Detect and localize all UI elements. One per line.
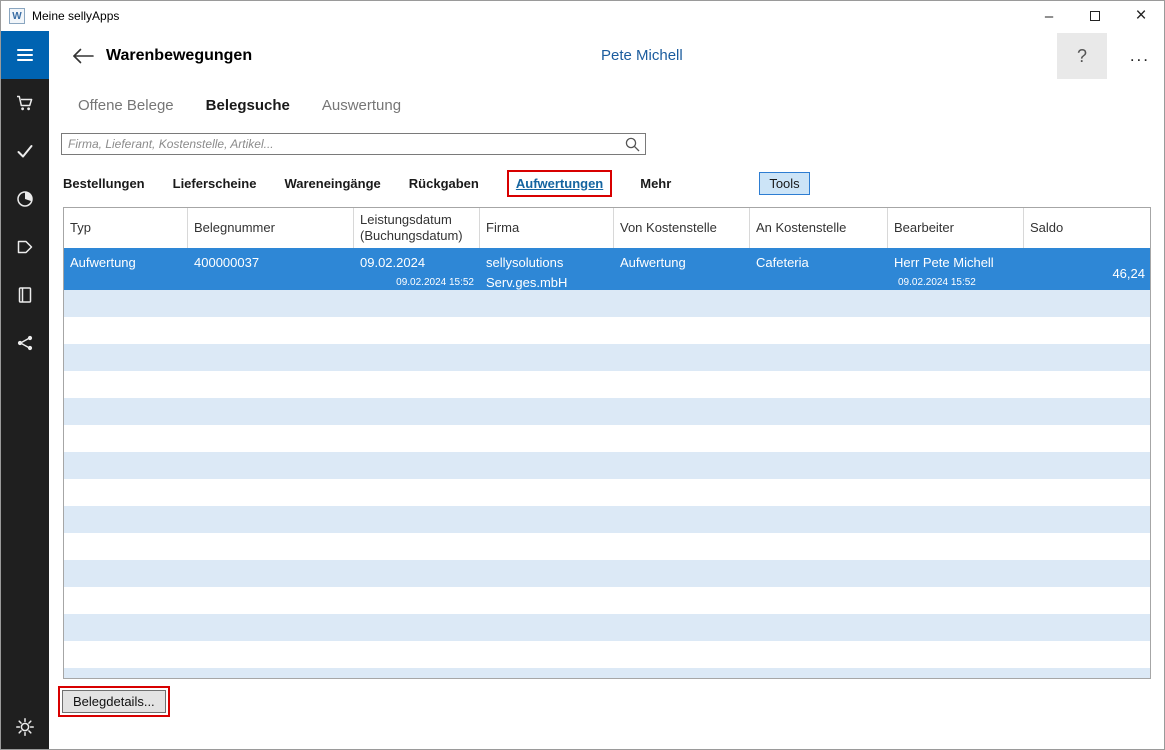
cell-saldo: 46,24 [1024,248,1150,290]
sidebar-item-auswertung[interactable] [1,175,49,223]
column-header-typ[interactable]: Typ [64,208,188,248]
filter-row: Bestellungen Lieferscheine Wareneingänge… [63,169,1164,197]
maximize-button[interactable] [1072,1,1118,31]
page-header: Warenbewegungen Pete Michell ? ... [49,31,1164,81]
column-header-an-kostenstelle[interactable]: An Kostenstelle [750,208,888,248]
bearbeiter-datum-value: 09.02.2024 15:52 [898,276,976,288]
filter-bestellungen[interactable]: Bestellungen [63,176,145,191]
search-bar [61,133,646,155]
cell-von-kostenstelle: Aufwertung [620,255,686,270]
pie-chart-icon [17,191,33,207]
tab-auswertung[interactable]: Auswertung [322,97,401,114]
menu-button[interactable] [1,31,49,79]
belegdetails-button[interactable]: Belegdetails... [62,690,166,713]
buchungsdatum-value: 09.02.2024 15:52 [396,276,474,288]
cell-bearbeiter: Herr Pete Michell 09.02.2024 15:52 [888,248,1024,290]
annotation-box-aufwertungen: Aufwertungen [506,169,613,197]
ellipsis-icon: ... [1129,46,1150,65]
hamburger-icon [17,49,33,61]
filter-aufwertungen[interactable]: Aufwertungen [516,176,603,191]
filter-mehr[interactable]: Mehr [640,176,671,191]
table-header-row: Typ Belegnummer Leistungsdatum (Buchungs… [64,208,1150,248]
user-name[interactable]: Pete Michell [601,31,683,81]
sidebar-item-journal[interactable] [1,271,49,319]
page-title: Warenbewegungen [106,47,253,64]
cell-belegnummer: 400000037 [194,255,260,270]
cell-leistungsdatum: 09.02.2024 09.02.2024 15:52 [354,248,480,290]
back-arrow-icon [73,48,94,64]
filter-lieferscheine[interactable]: Lieferscheine [173,176,257,191]
sidebar [1,31,49,749]
column-header-firma[interactable]: Firma [480,208,614,248]
sidebar-item-artikel[interactable] [1,223,49,271]
back-button[interactable] [69,44,97,68]
footer-row: Belegdetails... [58,686,1164,717]
book-icon [18,287,32,303]
search-input[interactable] [61,133,646,155]
bearbeiter-value: Herr Pete Michell [894,255,994,270]
content-area: Warenbewegungen Pete Michell ? ... Offen… [49,31,1164,749]
sidebar-item-settings[interactable] [1,703,49,749]
titlebar: W Meine sellyApps – × [1,1,1164,31]
tab-belegsuche[interactable]: Belegsuche [206,97,290,114]
column-header-saldo[interactable]: Saldo [1024,208,1150,248]
more-button[interactable]: ... [1130,31,1150,81]
leistungsdatum-value: 09.02.2024 [360,255,426,270]
sidebar-item-share[interactable] [1,319,49,367]
maximize-icon [1090,11,1100,21]
column-header-von-kostenstelle[interactable]: Von Kostenstelle [614,208,750,248]
annotation-box-belegdetails: Belegdetails... [58,686,170,717]
column-header-belegnummer[interactable]: Belegnummer [188,208,354,248]
filter-wareneingaenge[interactable]: Wareneingänge [284,176,380,191]
help-button[interactable]: ? [1057,33,1107,79]
checkmark-icon [17,145,33,158]
filter-rueckgaben[interactable]: Rückgaben [409,176,479,191]
cell-typ: Aufwertung [70,255,136,270]
table-empty-rows [64,290,1150,678]
app-window: W Meine sellyApps – × Warenbewegungen Pe… [0,0,1165,750]
close-button[interactable]: × [1118,1,1164,31]
window-title: Meine sellyApps [32,9,120,23]
gear-icon [16,718,34,736]
saldo-value: 46,24 [1112,265,1145,281]
search-icon[interactable] [624,136,641,153]
share-icon [17,335,33,351]
cell-an-kostenstelle: Cafeteria [756,255,809,270]
sidebar-item-shop[interactable] [1,79,49,127]
view-tabs: Offene Belege Belegsuche Auswertung [78,93,1164,117]
help-icon: ? [1076,45,1087,66]
cell-firma: sellysolutions Serv.ges.mbH [486,255,568,290]
results-table: Typ Belegnummer Leistungsdatum (Buchungs… [63,207,1151,679]
tools-button[interactable]: Tools [759,171,810,195]
column-header-leistungsdatum[interactable]: Leistungsdatum (Buchungsdatum) [354,208,480,248]
tag-icon [17,240,33,254]
table-row[interactable]: Aufwertung 400000037 09.02.2024 09.02.20… [64,248,1150,290]
cart-icon [17,95,33,111]
minimize-button[interactable]: – [1026,1,1072,31]
column-header-bearbeiter[interactable]: Bearbeiter [888,208,1024,248]
tab-offene-belege[interactable]: Offene Belege [78,97,174,114]
window-controls: – × [1026,1,1164,31]
app-logo-icon: W [9,8,25,24]
sidebar-item-belege[interactable] [1,127,49,175]
